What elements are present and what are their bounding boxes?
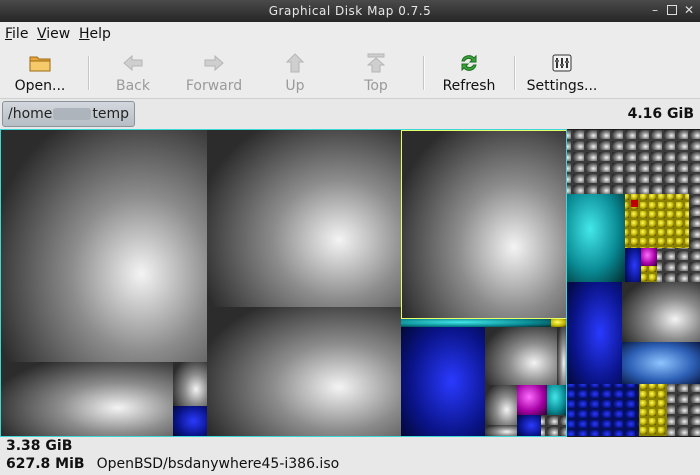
arrow-top-icon	[355, 52, 397, 74]
refresh-button[interactable]: Refresh	[438, 52, 500, 94]
treemap-block[interactable]	[517, 415, 541, 436]
folder-icon	[8, 52, 72, 74]
treemap-block[interactable]	[551, 319, 567, 327]
arrow-up-icon	[275, 52, 315, 74]
hover-size: 627.8 MiB	[6, 456, 85, 472]
treemap-block[interactable]	[567, 384, 639, 436]
window-title: Graphical Disk Map 0.7.5	[268, 4, 432, 18]
menu-help[interactable]: Help	[79, 26, 111, 42]
path-bar: /home temp 4.16 GiB	[0, 99, 700, 129]
selected-size: 3.38 GiB	[6, 438, 73, 454]
treemap-block[interactable]	[485, 425, 517, 436]
treemap-block[interactable]	[622, 342, 700, 384]
title-bar: Graphical Disk Map 0.7.5 – ✕	[0, 0, 700, 22]
treemap-block[interactable]	[641, 248, 657, 266]
treemap-block[interactable]	[401, 319, 551, 327]
treemap-block[interactable]	[567, 130, 700, 194]
forward-button[interactable]: Forward	[180, 52, 248, 94]
toolbar: Open... Back Forward Up Top Refresh Sett…	[0, 46, 700, 99]
treemap-block[interactable]	[622, 282, 700, 342]
maximize-icon[interactable]	[665, 3, 679, 17]
treemap-block[interactable]	[689, 194, 700, 248]
path-button[interactable]: /home temp	[2, 101, 136, 127]
treemap-block[interactable]	[567, 282, 622, 384]
refresh-icon	[438, 52, 500, 74]
treemap-block[interactable]	[1, 362, 173, 436]
menu-bar: File View Help	[0, 22, 700, 46]
treemap-block[interactable]	[557, 327, 567, 385]
treemap-block[interactable]	[207, 130, 401, 307]
status-bar: 3.38 GiB 627.8 MiB OpenBSD/bsdanywhere45-…	[0, 437, 700, 475]
hover-info: 627.8 MiB OpenBSD/bsdanywhere45-i386.iso	[6, 456, 339, 472]
treemap-block[interactable]	[517, 385, 547, 415]
settings-icon	[526, 52, 598, 74]
arrow-left-icon	[102, 52, 164, 74]
top-button[interactable]: Top	[355, 52, 397, 94]
treemap-block-hovered[interactable]	[401, 130, 567, 319]
minimize-icon[interactable]: –	[648, 3, 662, 17]
open-button[interactable]: Open...	[8, 52, 72, 94]
up-button[interactable]: Up	[275, 52, 315, 94]
treemap-block[interactable]	[485, 327, 557, 385]
disk-treemap[interactable]	[0, 129, 700, 437]
treemap-block[interactable]	[667, 384, 700, 436]
hover-file: OpenBSD/bsdanywhere45-i386.iso	[96, 456, 340, 472]
treemap-block[interactable]	[207, 307, 401, 436]
treemap-block[interactable]	[401, 327, 485, 436]
settings-button[interactable]: Settings...	[526, 52, 598, 94]
treemap-block[interactable]	[1, 130, 207, 362]
treemap-block[interactable]	[173, 406, 207, 436]
treemap-block[interactable]	[567, 194, 625, 282]
total-size: 4.16 GiB	[627, 106, 694, 122]
back-button[interactable]: Back	[102, 52, 164, 94]
treemap-block[interactable]	[657, 248, 700, 282]
treemap-block[interactable]	[547, 385, 567, 415]
treemap-block[interactable]	[173, 362, 207, 406]
treemap-block[interactable]	[639, 384, 667, 436]
arrow-right-icon	[180, 52, 248, 74]
menu-file[interactable]: File	[5, 26, 28, 42]
treemap-block[interactable]	[631, 200, 638, 207]
treemap-block[interactable]	[641, 266, 657, 282]
treemap-block[interactable]	[541, 415, 567, 436]
menu-view[interactable]: View	[37, 26, 70, 42]
treemap-block[interactable]	[625, 248, 641, 282]
treemap-block[interactable]	[485, 385, 517, 425]
redacted-segment	[53, 108, 92, 120]
close-icon[interactable]: ✕	[682, 3, 696, 17]
